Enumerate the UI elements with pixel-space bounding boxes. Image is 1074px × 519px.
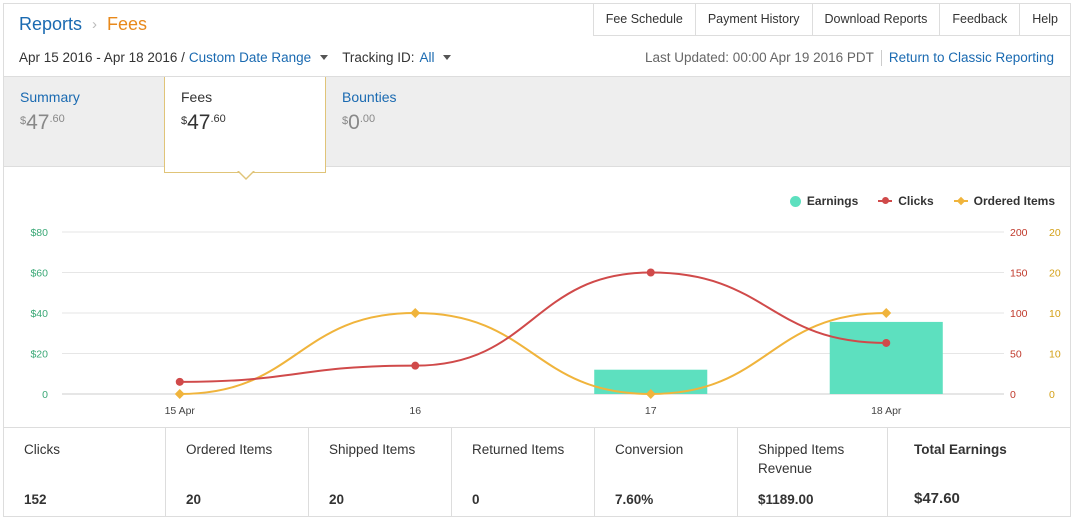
download-reports-link[interactable]: Download Reports <box>811 4 940 36</box>
stat-label: Ordered Items <box>186 442 273 457</box>
ordered-items-point <box>410 308 421 318</box>
stat-value: 0 <box>472 492 480 507</box>
x-tick-label: 18 Apr <box>871 405 902 417</box>
amount-decimal: .60 <box>49 113 65 125</box>
amount-decimal: .00 <box>359 113 376 125</box>
payment-history-link[interactable]: Payment History <box>694 4 812 36</box>
stat-label: Conversion <box>615 442 684 457</box>
last-updated-text: Last Updated: 00:00 Apr 19 2016 PDT <box>645 50 874 65</box>
caret-down-icon[interactable] <box>320 55 329 60</box>
breadcrumb-current: Fees <box>107 14 148 34</box>
y-right-clicks-tick-label: 50 <box>1010 349 1022 361</box>
stat-label: Total Earnings <box>914 442 1007 457</box>
stat-ordered-items: Ordered Items 20 <box>166 428 309 517</box>
tab-label: Summary <box>20 89 80 105</box>
y-right-items-tick-label: 20 <box>1049 227 1061 239</box>
active-tab-pointer-fill <box>238 170 254 178</box>
breadcrumb-chevron-icon: › <box>92 16 98 33</box>
x-tick-label: 15 Apr <box>165 405 196 417</box>
date-filter-row: Apr 15 2016 - Apr 18 2016 / Custom Date … <box>19 50 452 65</box>
clicks-point <box>411 361 420 370</box>
tab-bounties[interactable]: Bounties $ 0 .00 <box>326 77 486 167</box>
stat-returned-items: Returned Items 0 <box>452 428 595 517</box>
tab-amount: $ 47 .60 <box>20 111 148 135</box>
y-right-clicks-tick-label: 100 <box>1010 308 1028 320</box>
tracking-id-dropdown[interactable]: All <box>419 50 434 65</box>
y-left-tick-label: $40 <box>30 308 48 320</box>
feedback-link[interactable]: Feedback <box>939 4 1020 36</box>
y-right-clicks-tick-label: 150 <box>1010 268 1028 280</box>
stat-value: $47.60 <box>914 490 960 507</box>
tab-label: Bounties <box>342 89 397 105</box>
y-right-items-tick-label: 10 <box>1049 308 1061 320</box>
y-right-items-tick-label: 10 <box>1049 349 1061 361</box>
stat-total-earnings: Total Earnings $47.60 <box>888 428 1070 517</box>
amount-integer: 0 <box>348 111 360 134</box>
stat-clicks: Clicks 152 <box>4 428 166 517</box>
clicks-line <box>179 271 887 383</box>
divider <box>880 50 882 66</box>
clicks-point <box>175 377 184 386</box>
x-tick-label: 16 <box>409 405 421 417</box>
ordered-items-point <box>881 308 892 318</box>
amount-integer: 47 <box>26 111 50 134</box>
date-range-text: Apr 15 2016 - Apr 18 2016 / <box>19 50 185 65</box>
y-left-tick-label: $60 <box>30 268 48 280</box>
fee-schedule-link[interactable]: Fee Schedule <box>592 4 695 36</box>
caret-down-icon[interactable] <box>443 55 452 60</box>
breadcrumb: Reports › Fees <box>19 14 147 35</box>
ordered-items-point <box>174 389 185 399</box>
y-right-items-tick-label: 0 <box>1049 389 1055 401</box>
stat-label: Clicks <box>24 442 60 457</box>
stat-value: 7.60% <box>615 492 654 507</box>
tab-amount: $ 0 .00 <box>342 111 470 135</box>
y-right-items-tick-label: 20 <box>1049 268 1061 280</box>
earnings-chart: 0 0 0 $20 50 10 $40 100 10 $60 150 20 $80 200 20 15 Apr… <box>30 227 1061 417</box>
stat-value: $1189.00 <box>758 492 814 507</box>
stats-bar: Clicks 152 Ordered Items 20 Shipped Item… <box>4 427 1070 517</box>
stat-shipped-items: Shipped Items 20 <box>309 428 452 517</box>
y-right-clicks-tick-label: 200 <box>1010 227 1028 239</box>
tab-amount: $ 47 .60 <box>181 111 309 135</box>
tab-fees[interactable]: Fees $ 47 .60 <box>164 77 326 173</box>
stat-label: Shipped Items <box>329 442 416 457</box>
stat-value: 152 <box>24 492 47 507</box>
stat-conversion: Conversion 7.60% <box>595 428 738 517</box>
y-right-clicks-tick-label: 0 <box>1010 389 1016 401</box>
top-nav: Fee Schedule Payment History Download Re… <box>592 4 1070 36</box>
amount-decimal: .60 <box>210 113 226 125</box>
earnings-bar <box>829 321 943 394</box>
report-panel: Reports › Fees Fee Schedule Payment Hist… <box>3 3 1071 517</box>
x-tick-label: 17 <box>645 405 657 417</box>
stat-value: 20 <box>186 492 202 507</box>
stat-label: Shipped Items Revenue <box>758 442 845 476</box>
clicks-point <box>882 338 891 347</box>
stat-label: Returned Items <box>472 442 565 457</box>
breadcrumb-reports-link[interactable]: Reports <box>19 14 82 35</box>
tab-label: Fees <box>181 89 213 105</box>
amount-integer: 47 <box>187 111 211 134</box>
summary-tabs: Summary $ 47 .60 Fees $ 47 .60 Bounties … <box>4 76 1070 173</box>
help-link[interactable]: Help <box>1019 4 1070 36</box>
stat-shipped-revenue: Shipped Items Revenue $1189.00 <box>738 428 888 517</box>
custom-date-range-dropdown[interactable]: Custom Date Range <box>189 50 311 65</box>
y-left-tick-label: 0 <box>42 389 48 401</box>
return-classic-link[interactable]: Return to Classic Reporting <box>889 50 1054 66</box>
tracking-id-label: Tracking ID: <box>342 50 415 65</box>
y-left-tick-label: $80 <box>30 227 48 239</box>
y-left-tick-label: $20 <box>30 349 48 361</box>
last-updated-row: Last Updated: 00:00 Apr 19 2016 PDT Retu… <box>645 50 1054 66</box>
stat-value: 20 <box>329 492 345 507</box>
tab-summary[interactable]: Summary $ 47 .60 <box>4 77 164 167</box>
clicks-point <box>646 268 655 277</box>
